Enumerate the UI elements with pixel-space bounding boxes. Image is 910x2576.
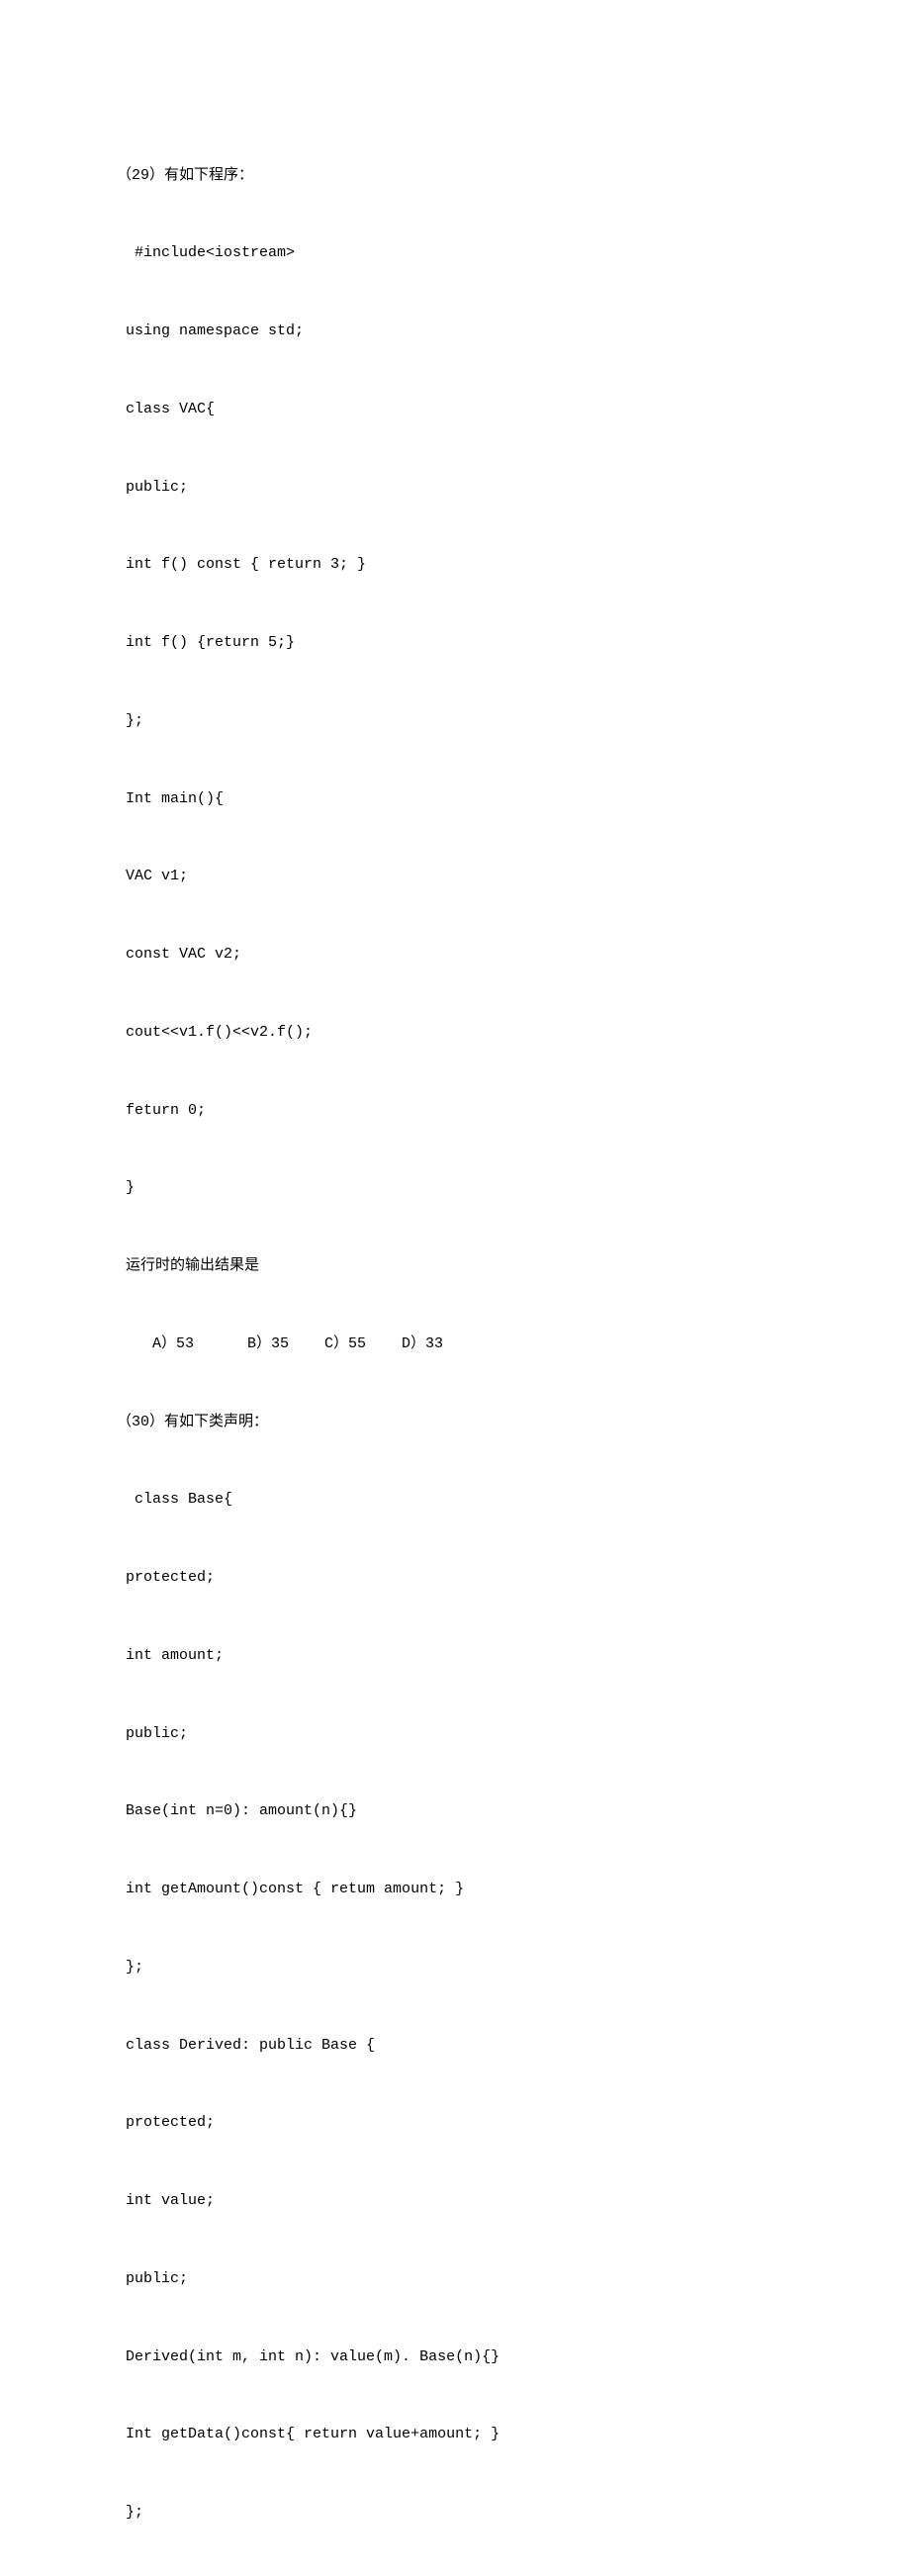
code-line: Int main(){: [117, 786, 801, 812]
code-line: }: [117, 1175, 801, 1201]
code-line: （30）有如下类声明：: [117, 1410, 801, 1435]
code-line: };: [117, 708, 801, 734]
code-line: Int getData()const{ return value+amount;…: [117, 2422, 801, 2447]
code-line: public;: [117, 1721, 801, 1747]
code-line: int f() const { return 3; }: [117, 552, 801, 578]
code-line: cout<<v1.f()<<v2.f();: [117, 1020, 801, 1046]
code-line: （29）有如下程序：: [117, 163, 801, 189]
code-line: class Base{: [117, 1487, 801, 1513]
code-line: public;: [117, 2266, 801, 2292]
code-line: #include<iostream>: [117, 240, 801, 266]
code-line: VAC v1;: [117, 864, 801, 889]
code-line: };: [117, 1955, 801, 1980]
code-line: };: [117, 2500, 801, 2526]
code-line: int f() {return 5;}: [117, 630, 801, 656]
code-line: 运行时的输出结果是: [117, 1253, 801, 1279]
document-page: （29）有如下程序： #include<iostream> using name…: [0, 0, 910, 2576]
code-line: A）53 B）35 C）55 D）33: [117, 1332, 801, 1357]
code-line: Base(int n=0): amount(n){}: [117, 1798, 801, 1824]
code-line: class VAC{: [117, 397, 801, 422]
code-line: int amount;: [117, 1643, 801, 1669]
code-line: int value;: [117, 2188, 801, 2214]
code-line: public;: [117, 475, 801, 501]
code-line: using namespace std;: [117, 319, 801, 344]
code-line: const VAC v2;: [117, 942, 801, 967]
code-line: protected;: [117, 1565, 801, 1591]
code-line: protected;: [117, 2110, 801, 2136]
code-line: feturn 0;: [117, 1098, 801, 1124]
code-line: class Derived: public Base {: [117, 2033, 801, 2059]
code-line: Derived(int m, int n): value(m). Base(n)…: [117, 2345, 801, 2370]
code-line: int getAmount()const { retum amount; }: [117, 1877, 801, 1902]
